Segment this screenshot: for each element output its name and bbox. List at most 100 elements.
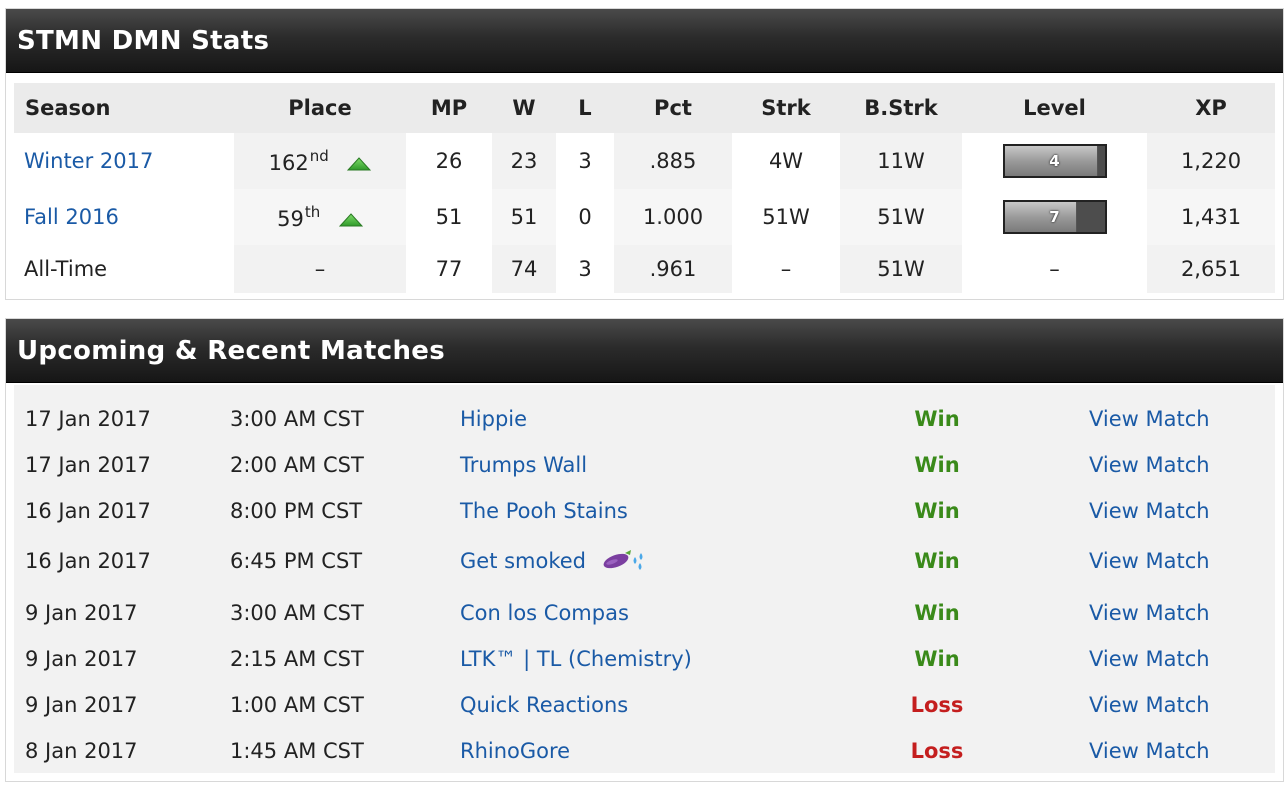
opponent-link[interactable]: RhinoGore [460,728,570,774]
w-cell: 23 [492,133,556,189]
l-cell: 3 [556,133,614,189]
col-strk: Strk [732,83,840,133]
opponent-link[interactable]: Get smoked [460,549,586,573]
match-row: 9 Jan 2017 3:00 AM CST Con los Compas Wi… [14,590,1275,636]
level-bar: 7 [1002,200,1107,234]
col-season: Season [14,83,234,133]
stats-header-row: Season Place MP W L Pct Strk B.Strk Leve… [14,83,1275,133]
match-time: 3:00 AM CST [230,407,364,431]
opponent-link[interactable]: Trumps Wall [460,442,587,488]
l-cell: 3 [556,245,614,293]
season-link[interactable]: Winter 2017 [24,149,153,173]
stats-panel-title: STMN DMN Stats [6,9,1283,73]
w-cell: 74 [492,245,556,293]
match-result: Win [914,407,960,431]
opponent-link[interactable]: The Pooh Stains [460,488,628,534]
level-cell: 4 [962,133,1147,189]
place-cell: 162nd [234,133,406,189]
match-date: 9 Jan 2017 [25,601,138,625]
view-match-link[interactable]: View Match [1089,636,1210,682]
opponent-link[interactable]: Quick Reactions [460,682,628,728]
level-number: 4 [1049,152,1060,170]
match-row: 16 Jan 2017 8:00 PM CST The Pooh Stains … [14,488,1275,534]
up-arrow-icon [338,213,363,227]
match-date: 16 Jan 2017 [25,549,151,573]
match-row: 9 Jan 2017 1:00 AM CST Quick Reactions L… [14,682,1275,728]
col-bstrk: B.Strk [840,83,962,133]
view-match-link[interactable]: View Match [1089,590,1210,636]
match-date: 9 Jan 2017 [25,693,138,717]
place-number: 59 [277,207,304,231]
match-date: 17 Jan 2017 [25,407,151,431]
mp-cell: 77 [406,245,492,293]
bstrk-cell: 51W [840,189,962,245]
opponent-link[interactable]: Hippie [460,396,527,442]
strk-cell: 4W [732,133,840,189]
mp-cell: 26 [406,133,492,189]
match-row: 8 Jan 2017 1:45 AM CST RhinoGore Loss Vi… [14,728,1275,774]
col-pct: Pct [614,83,732,133]
col-place: Place [234,83,406,133]
level-cell: – [962,245,1147,293]
opponent-link[interactable]: Con los Compas [460,590,629,636]
match-result: Win [914,549,960,573]
match-row: 16 Jan 2017 6:45 PM CST Get smoked Win V… [14,538,1275,584]
match-time: 2:15 AM CST [230,647,364,671]
up-arrow-icon [347,157,372,171]
level-bar: 4 [1002,144,1107,178]
place-suffix: nd [309,147,329,165]
match-time: 1:45 AM CST [230,739,364,763]
match-result: Win [914,601,960,625]
view-match-link[interactable]: View Match [1089,396,1210,442]
match-row: 9 Jan 2017 2:15 AM CST LTK™ | TL (Chemis… [14,636,1275,682]
view-match-link[interactable]: View Match [1089,538,1210,584]
place-cell: 59th [234,189,406,245]
match-result: Loss [910,739,964,763]
match-result: Loss [910,693,964,717]
place-suffix: th [304,203,321,221]
match-result: Win [914,647,960,671]
w-cell: 51 [492,189,556,245]
view-match-link[interactable]: View Match [1089,442,1210,488]
view-match-link[interactable]: View Match [1089,488,1210,534]
stats-row-winter-2017: Winter 2017 162nd 26 23 3 .885 4W 11W 4 [14,133,1275,189]
match-date: 9 Jan 2017 [25,647,138,671]
match-time: 3:00 AM CST [230,601,364,625]
stats-row-all-time: All-Time – 77 74 3 .961 – 51W – 2,651 [14,245,1275,293]
bstrk-cell: 51W [840,245,962,293]
matches-panel: Upcoming & Recent Matches 17 Jan 2017 3:… [5,318,1284,782]
strk-cell: 51W [732,189,840,245]
bstrk-cell: 11W [840,133,962,189]
stats-panel: STMN DMN Stats Season Place MP W L Pct S… [5,8,1284,300]
col-xp: XP [1147,83,1275,133]
level-number: 7 [1049,208,1060,226]
match-result: Win [914,499,960,523]
mp-cell: 51 [406,189,492,245]
season-label: All-Time [14,245,234,293]
xp-cell: 1,220 [1147,133,1275,189]
stats-table: Season Place MP W L Pct Strk B.Strk Leve… [14,83,1275,293]
l-cell: 0 [556,189,614,245]
eggplant-sweat-icon [603,550,643,570]
match-time: 8:00 PM CST [230,499,363,523]
match-time: 2:00 AM CST [230,453,364,477]
matches-panel-title: Upcoming & Recent Matches [6,319,1283,383]
strk-cell: – [732,245,840,293]
match-date: 17 Jan 2017 [25,453,151,477]
col-w: W [492,83,556,133]
opponent-link[interactable]: LTK™ | TL (Chemistry) [460,636,692,682]
match-time: 6:45 PM CST [230,549,363,573]
season-link[interactable]: Fall 2016 [24,205,119,229]
place-number: 162 [268,151,309,175]
view-match-link[interactable]: View Match [1089,728,1210,774]
view-match-link[interactable]: View Match [1089,682,1210,728]
pct-cell: .961 [614,245,732,293]
stats-row-fall-2016: Fall 2016 59th 51 51 0 1.000 51W 51W 7 1 [14,189,1275,245]
match-row: 17 Jan 2017 2:00 AM CST Trumps Wall Win … [14,442,1275,488]
match-time: 1:00 AM CST [230,693,364,717]
matches-list: 17 Jan 2017 3:00 AM CST Hippie Win View … [14,385,1275,773]
place-cell: – [234,245,406,293]
match-date: 16 Jan 2017 [25,499,151,523]
col-level: Level [962,83,1147,133]
pct-cell: .885 [614,133,732,189]
